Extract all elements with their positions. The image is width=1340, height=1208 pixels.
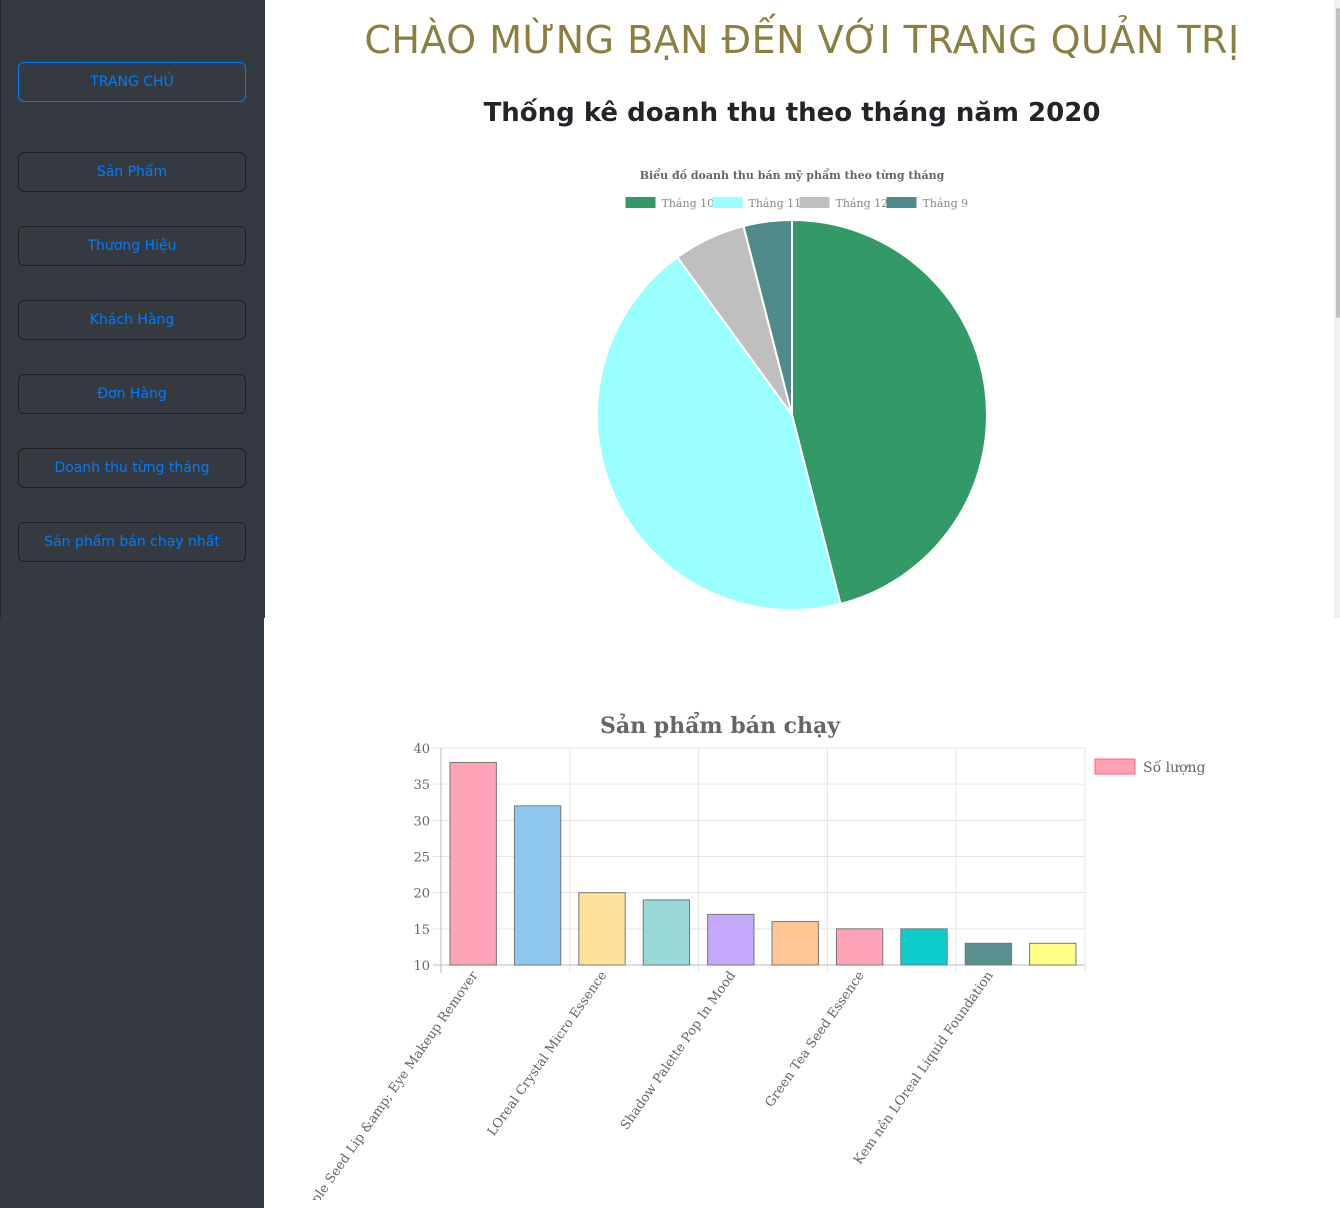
pie-legend-swatch[interactable] — [799, 197, 830, 208]
bar[interactable] — [900, 928, 948, 966]
pie-legend: Tháng 10 Tháng 11 Tháng 12 Tháng 9 — [625, 197, 969, 210]
bar-y-tick-label: 20 — [413, 887, 430, 902]
page-subtitle: Thống kê doanh thu theo tháng năm 2020 — [483, 98, 1101, 128]
pie-legend-swatch[interactable] — [625, 197, 656, 208]
bar-y-tick-label: 10 — [413, 959, 430, 974]
bar-chart-title: Sản phẩm bán chạy — [600, 711, 841, 739]
bar[interactable] — [707, 913, 755, 966]
scrollbar-thumb[interactable] — [1336, 8, 1340, 318]
pie-legend-swatch[interactable] — [886, 197, 917, 208]
page-title: CHÀO MỪNG BẠN ĐẾN VỚI TRANG QUẢN TRỊ — [364, 18, 1240, 62]
pie-legend-label[interactable]: Tháng 12 — [836, 197, 889, 210]
bar[interactable] — [513, 805, 562, 966]
bar[interactable] — [771, 921, 819, 966]
pie-legend-label[interactable]: Tháng 9 — [923, 197, 969, 210]
bar-x-tick-label: Kem nền LOreal Liquid Foundation — [850, 968, 997, 1168]
bar-y-tick-label: 15 — [413, 923, 430, 938]
bar[interactable] — [578, 892, 626, 966]
best-sellers-bar-chart: Sản phẩm bán chạy 10 15 20 25 30 35 40 Apple S… — [298, 711, 1206, 1200]
bar[interactable] — [642, 899, 691, 966]
bar-y-tick-label: 30 — [413, 814, 430, 829]
revenue-pie-chart: Biểu đồ doanh thu bán mỹ phẩm theo từng … — [595, 168, 988, 611]
pie-slices — [595, 218, 988, 611]
bar[interactable] — [1029, 942, 1077, 966]
sidebar-panel: TRANG CHỦ Sản Phẩm Thương Hiệu Khách Hàn… — [0, 0, 265, 618]
pie-chart-title: Biểu đồ doanh thu bán mỹ phẩm theo từng … — [640, 168, 945, 182]
bar-legend-label[interactable]: Số lượng — [1143, 759, 1206, 776]
pie-legend-swatch[interactable] — [712, 197, 743, 208]
bar-legend: Số lượng — [1094, 758, 1206, 776]
pie-legend-label[interactable]: Tháng 11 — [749, 197, 802, 210]
nav-home-button[interactable]: TRANG CHỦ — [18, 62, 246, 102]
nav-products-button[interactable]: Sản Phẩm — [18, 152, 246, 192]
bar-x-tick-label: LOreal Crystal Micro Essence — [485, 968, 611, 1139]
bar-x-labels: Apple Seed Lip &amp; Eye Makeup Remover L… — [298, 968, 997, 1200]
bar-x-tick-label: Green Tea Seed Essence — [762, 968, 868, 1110]
bar-x-tick-label: Shadow Palette Pop In Mood — [618, 969, 739, 1133]
bar[interactable] — [449, 761, 497, 966]
bar-y-tick-label: 25 — [413, 851, 430, 866]
nav-monthly-revenue-button[interactable]: Doanh thu từng tháng — [18, 448, 246, 488]
nav-orders-button[interactable]: Đơn Hàng — [18, 374, 246, 414]
bar[interactable] — [835, 928, 884, 966]
nav-best-sellers-button[interactable]: Sản phẩm bán chạy nhất — [18, 522, 246, 562]
bar[interactable] — [964, 942, 1013, 966]
bar-x-tick-label: Apple Seed Lip &amp; Eye Makeup Remover — [298, 968, 482, 1200]
bar-bars — [449, 761, 1077, 966]
pie-legend-label[interactable]: Tháng 10 — [662, 197, 715, 210]
nav-customers-button[interactable]: Khách Hàng — [18, 300, 246, 340]
bar-y-tick-label: 40 — [413, 742, 430, 757]
nav-brands-button[interactable]: Thương Hiệu — [18, 226, 246, 266]
bar-legend-swatch[interactable] — [1094, 758, 1136, 775]
bar-y-tick-label: 35 — [413, 778, 430, 793]
